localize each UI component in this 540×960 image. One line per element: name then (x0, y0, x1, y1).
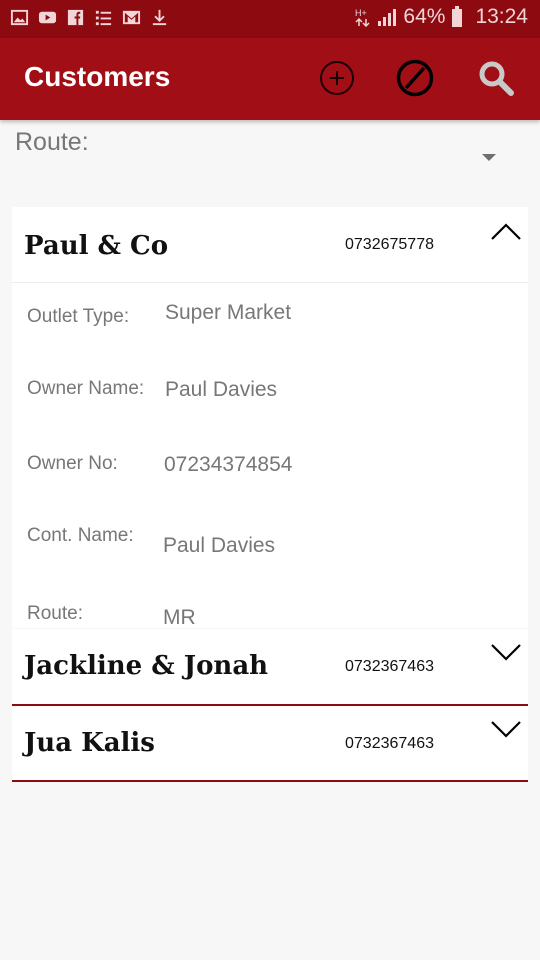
owner-no-label: Owner No: (27, 453, 118, 474)
page-title: Customers (24, 61, 171, 92)
battery-percent: 64% (403, 5, 446, 28)
gallery-icon (10, 9, 29, 26)
download-icon (152, 9, 167, 26)
outlet-type-label: Outlet Type: (27, 306, 130, 327)
route-label: Route: (27, 603, 83, 624)
owner-name-value: Paul Davies (165, 378, 278, 401)
app-bar: Customers (0, 38, 540, 120)
battery-icon (452, 6, 463, 27)
search-icon (479, 61, 514, 96)
chevron-up-icon[interactable] (490, 221, 522, 243)
route-filter-label: Route: (15, 128, 89, 156)
outlet-type-value: Super Market (165, 301, 292, 324)
svg-text:H+: H+ (355, 8, 367, 18)
facebook-icon (67, 9, 84, 26)
list-icon (95, 10, 112, 26)
customer-name: Paul & Co (24, 231, 169, 261)
block-icon (396, 59, 434, 97)
clock: 13:24 (475, 5, 528, 28)
owner-no-value: 07234374854 (164, 453, 293, 476)
route-dropdown[interactable] (470, 144, 508, 170)
youtube-icon (38, 11, 57, 24)
customer-phone: 0732675778 (345, 236, 434, 253)
system-status: H+ 64% 13:24 (355, 5, 528, 29)
customer-card[interactable]: Paul & Co 0732675778 Outlet Type: Super … (12, 207, 528, 629)
notification-icons (10, 8, 169, 27)
gmail-icon (122, 10, 141, 25)
dropdown-arrow-icon (482, 154, 496, 161)
owner-name-label: Owner Name: (27, 378, 145, 399)
customer-phone: 0732367463 (345, 735, 434, 752)
add-icon (320, 61, 354, 95)
search-button[interactable] (476, 58, 516, 98)
contact-name-value: Paul Davies (163, 534, 276, 557)
data-arrows-icon: H+ (355, 8, 370, 27)
divider (12, 282, 528, 283)
customer-name: Jackline & Jonah (24, 651, 269, 681)
customer-phone: 0732367463 (345, 658, 434, 675)
chevron-down-icon[interactable] (490, 718, 522, 740)
add-customer-button[interactable] (317, 58, 357, 98)
status-bar: H+ 64% 13:24 (0, 0, 540, 38)
block-button[interactable] (395, 58, 435, 98)
route-value: MR (163, 606, 196, 629)
customer-card[interactable]: Jua Kalis 0732367463 (12, 706, 528, 782)
customer-name: Jua Kalis (24, 728, 155, 758)
customer-card[interactable]: Jackline & Jonah 0732367463 (12, 629, 528, 706)
signal-icon (378, 9, 397, 26)
chevron-down-icon[interactable] (490, 641, 522, 663)
contact-name-label: Cont. Name: (27, 525, 134, 546)
